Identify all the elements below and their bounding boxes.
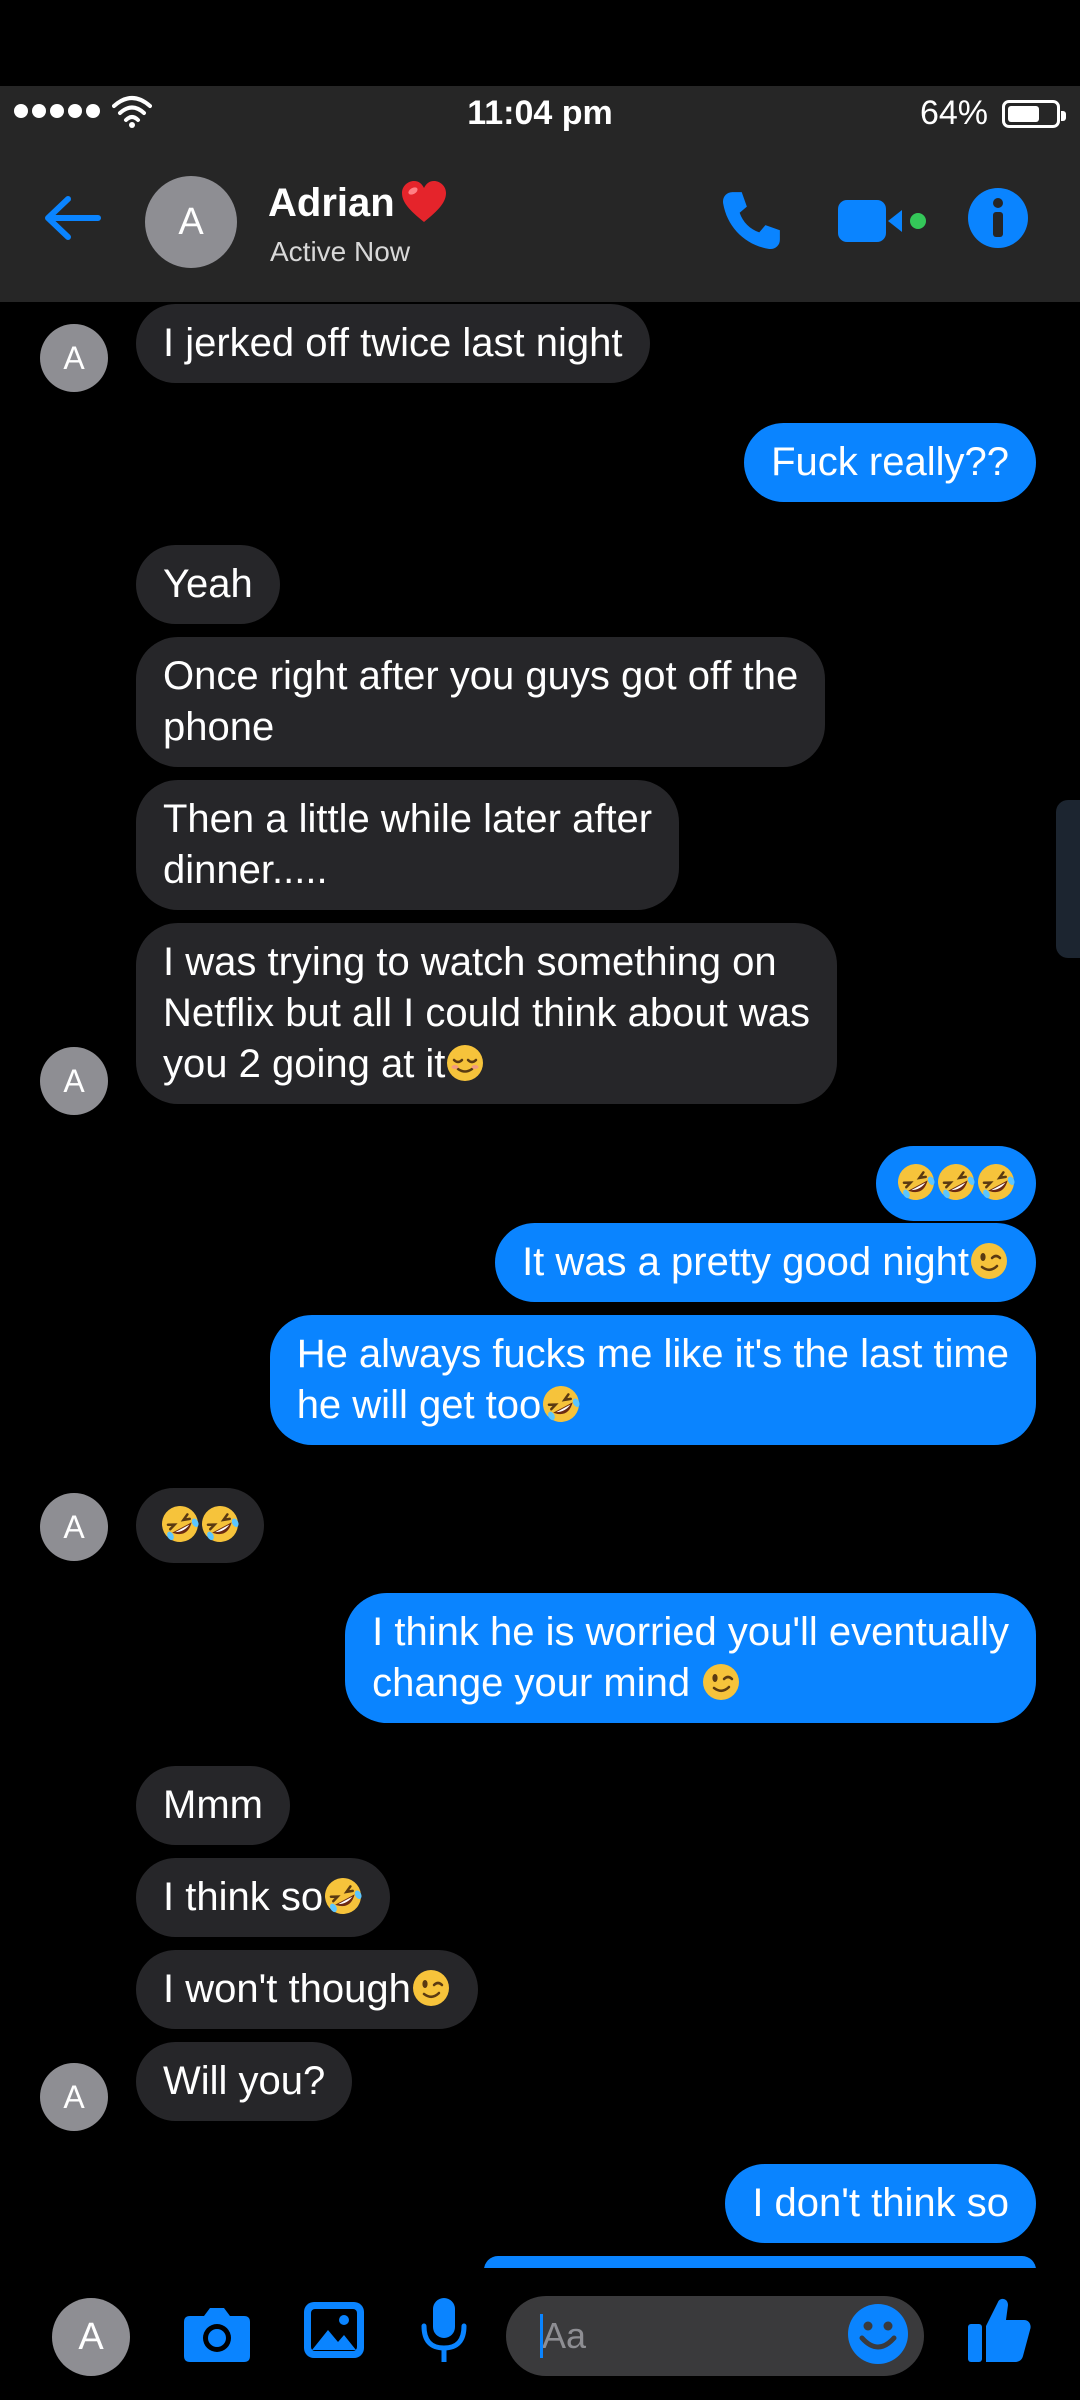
composer-avatar[interactable]: A xyxy=(52,2298,130,2376)
rofl-emoji xyxy=(976,1162,1016,1202)
message-avatar[interactable]: A xyxy=(40,1493,108,1561)
contact-avatar[interactable]: A xyxy=(145,176,237,268)
smiley-icon[interactable] xyxy=(846,2302,910,2366)
outgoing-message[interactable]: It was a pretty good night xyxy=(495,1223,1036,1302)
incoming-message[interactable]: Mmm xyxy=(136,1766,290,1845)
incoming-message[interactable]: I jerked off twice last night xyxy=(136,304,650,383)
incoming-message[interactable]: Will you? xyxy=(136,2042,353,2121)
incoming-message[interactable]: Then a little while later after dinner..… xyxy=(136,780,680,910)
rofl-emoji xyxy=(541,1384,581,1424)
relieved-emoji xyxy=(445,1043,485,1083)
incoming-message[interactable]: I won't though xyxy=(136,1950,478,2029)
text-cursor xyxy=(540,2314,543,2358)
contact-name[interactable]: Adrian xyxy=(268,178,449,228)
outgoing-message[interactable] xyxy=(876,1146,1036,1221)
rofl-emoji xyxy=(896,1162,936,1202)
status-time: 11:04 pm xyxy=(467,94,613,132)
back-arrow-icon[interactable] xyxy=(40,186,104,250)
scrollbar[interactable] xyxy=(1056,800,1080,958)
rofl-emoji xyxy=(936,1162,976,1202)
heart-emoji xyxy=(401,181,446,222)
contact-status: Active Now xyxy=(270,236,411,267)
rofl-emoji xyxy=(323,1876,363,1916)
messenger-chat-screen: 11:04 pm 64% A Adrian Active Now A I jer… xyxy=(0,0,1080,2400)
wink-emoji xyxy=(969,1241,1009,1281)
message-avatar[interactable]: A xyxy=(40,2063,108,2131)
outgoing-message[interactable]: I think he is worried you'll eventually … xyxy=(345,1593,1036,1723)
incoming-message[interactable] xyxy=(136,1488,264,1563)
message-avatar[interactable]: A xyxy=(40,324,108,392)
info-icon[interactable] xyxy=(966,186,1030,250)
video-camera-icon[interactable] xyxy=(836,194,930,248)
outgoing-message[interactable]: I don't think so xyxy=(725,2164,1036,2243)
phone-icon[interactable] xyxy=(718,188,784,254)
chat-header: A Adrian Active Now xyxy=(0,140,1080,302)
battery-percent: 64% xyxy=(919,94,988,132)
outgoing-message[interactable]: Fuck really?? xyxy=(744,423,1036,502)
battery-icon xyxy=(1002,100,1066,128)
wink-emoji xyxy=(701,1662,741,1702)
message-avatar[interactable]: A xyxy=(40,1047,108,1115)
message-composer: A xyxy=(0,2268,1080,2400)
thumbs-up-icon[interactable] xyxy=(966,2294,1032,2366)
outgoing-message[interactable]: He always fucks me like it's the last ti… xyxy=(269,1315,1036,1445)
microphone-icon[interactable] xyxy=(418,2296,470,2366)
incoming-message[interactable]: I think so xyxy=(136,1858,391,1937)
incoming-message[interactable]: Once right after you guys got off the ph… xyxy=(136,637,826,767)
gallery-icon[interactable] xyxy=(302,2298,366,2362)
incoming-message[interactable]: Yeah xyxy=(136,545,280,624)
camera-icon[interactable] xyxy=(182,2298,252,2368)
contact-name-text: Adrian xyxy=(268,180,395,225)
status-bar: 11:04 pm 64% xyxy=(0,86,1080,140)
wink-emoji xyxy=(411,1968,451,2008)
incoming-message[interactable]: I was trying to watch something on Netfl… xyxy=(136,923,838,1104)
rofl-emoji xyxy=(200,1504,240,1544)
rofl-emoji xyxy=(160,1504,200,1544)
